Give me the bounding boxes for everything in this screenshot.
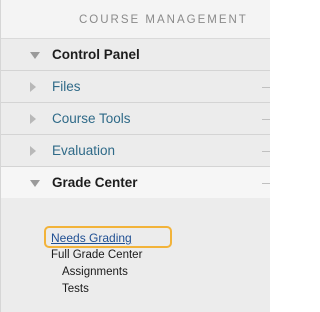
grade-center-label: Grade Center (52, 175, 138, 190)
menu-files[interactable]: Files (1, 71, 270, 103)
files-label[interactable]: Files (52, 79, 81, 94)
collapsed-triangle-icon[interactable] (30, 145, 36, 156)
divider-dash (262, 118, 270, 120)
expanded-triangle-icon[interactable] (30, 51, 40, 59)
divider-dash (262, 150, 270, 152)
menu-evaluation[interactable]: Evaluation (1, 135, 270, 167)
collapsed-triangle-icon[interactable] (30, 81, 36, 92)
menu-control-panel[interactable]: Control Panel (1, 39, 270, 71)
submenu-tests[interactable]: Tests (62, 283, 89, 295)
course-management-header: COURSE MANAGEMENT (1, 0, 270, 39)
collapsed-triangle-icon[interactable] (30, 113, 36, 124)
course-management-panel: COURSE MANAGEMENT Control Panel Files Co… (0, 0, 270, 312)
expanded-triangle-icon[interactable] (30, 179, 40, 187)
menu-grade-center[interactable]: Grade Center (1, 167, 270, 198)
submenu-needs-grading[interactable]: Needs Grading (51, 231, 132, 245)
evaluation-label[interactable]: Evaluation (52, 143, 115, 158)
divider-dash (262, 182, 270, 184)
divider-dash (262, 86, 270, 88)
submenu-full-grade-center[interactable]: Full Grade Center (51, 249, 142, 261)
menu-course-tools[interactable]: Course Tools (1, 103, 270, 135)
submenu-assignments[interactable]: Assignments (62, 266, 128, 278)
control-panel-label: Control Panel (52, 47, 140, 62)
course-tools-label[interactable]: Course Tools (52, 111, 131, 126)
